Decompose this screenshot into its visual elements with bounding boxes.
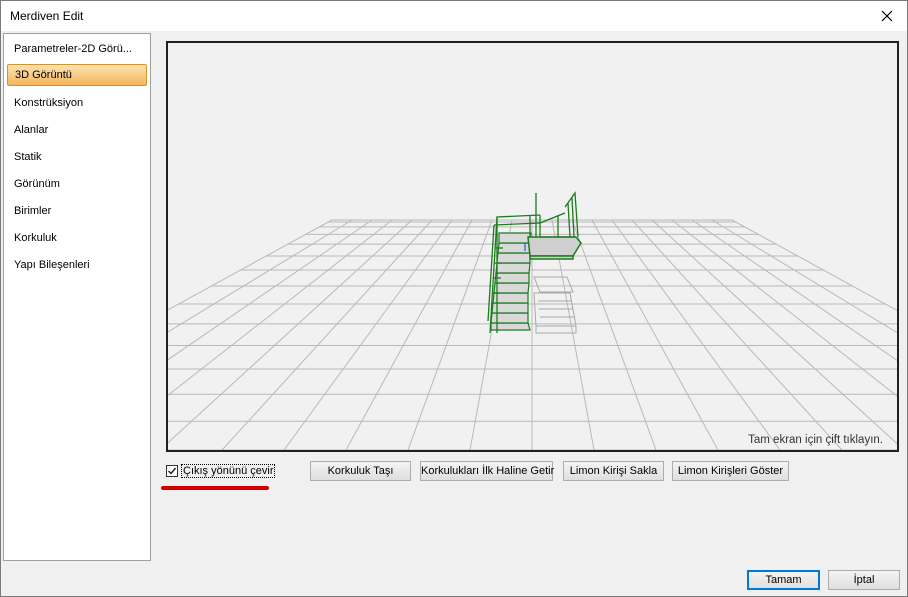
sidebar-nav: Parametreler-2D Görü... 3D Görüntü Konst… (3, 33, 151, 561)
flip-exit-checkbox[interactable] (166, 465, 178, 477)
fullscreen-hint: Tam ekran için çift tıklayın. (748, 434, 883, 446)
3d-viewport[interactable]: Tam ekran için çift tıklayın. (166, 41, 899, 452)
hide-stringer-button[interactable]: Limon Kirişi Sakla (563, 461, 664, 481)
close-icon (881, 10, 893, 22)
annotation-underline (161, 486, 269, 490)
cancel-button[interactable]: İptal (828, 570, 900, 590)
close-button[interactable] (867, 1, 907, 31)
sidebar-item-construction[interactable]: Konstrüksiyon (7, 92, 147, 114)
flip-exit-option[interactable]: Çıkış yönünü çevir (166, 463, 276, 479)
sidebar-item-label: Korkuluk (14, 232, 57, 244)
title-bar[interactable]: Merdiven Edit (1, 1, 907, 31)
stair-model (487, 191, 582, 334)
window-title: Merdiven Edit (10, 9, 84, 23)
show-stringers-button[interactable]: Limon Kirişleri Göster (672, 461, 789, 481)
sidebar-item-label: Yapı Bileşenleri (14, 259, 90, 271)
sidebar-item-view[interactable]: Görünüm (7, 173, 147, 195)
checkmark-icon (168, 467, 177, 475)
sidebar-item-components[interactable]: Yapı Bileşenleri (7, 254, 147, 276)
move-railing-button[interactable]: Korkuluk Taşı (310, 461, 411, 481)
flip-exit-label[interactable]: Çıkış yönünü çevir (181, 464, 276, 478)
sidebar-item-label: Statik (14, 151, 42, 163)
sidebar-item-areas[interactable]: Alanlar (7, 119, 147, 141)
reset-railings-button[interactable]: Korkulukları İlk Haline Getir (420, 461, 554, 481)
sidebar-item-label: Parametreler-2D Görü... (14, 43, 132, 55)
ok-button[interactable]: Tamam (747, 570, 820, 590)
sidebar-item-railing[interactable]: Korkuluk (7, 227, 147, 249)
sidebar-item-parameters-2d[interactable]: Parametreler-2D Görü... (7, 38, 147, 60)
sidebar-item-label: 3D Görüntü (15, 69, 72, 81)
sidebar-item-3d-view[interactable]: 3D Görüntü (7, 64, 147, 86)
sidebar-item-static[interactable]: Statik (7, 146, 147, 168)
sidebar-item-label: Görünüm (14, 178, 60, 190)
sidebar-item-label: Alanlar (14, 124, 49, 136)
sidebar-item-label: Konstrüksiyon (14, 97, 84, 109)
sidebar-item-label: Birimler (14, 205, 52, 217)
sidebar-item-units[interactable]: Birimler (7, 200, 147, 222)
